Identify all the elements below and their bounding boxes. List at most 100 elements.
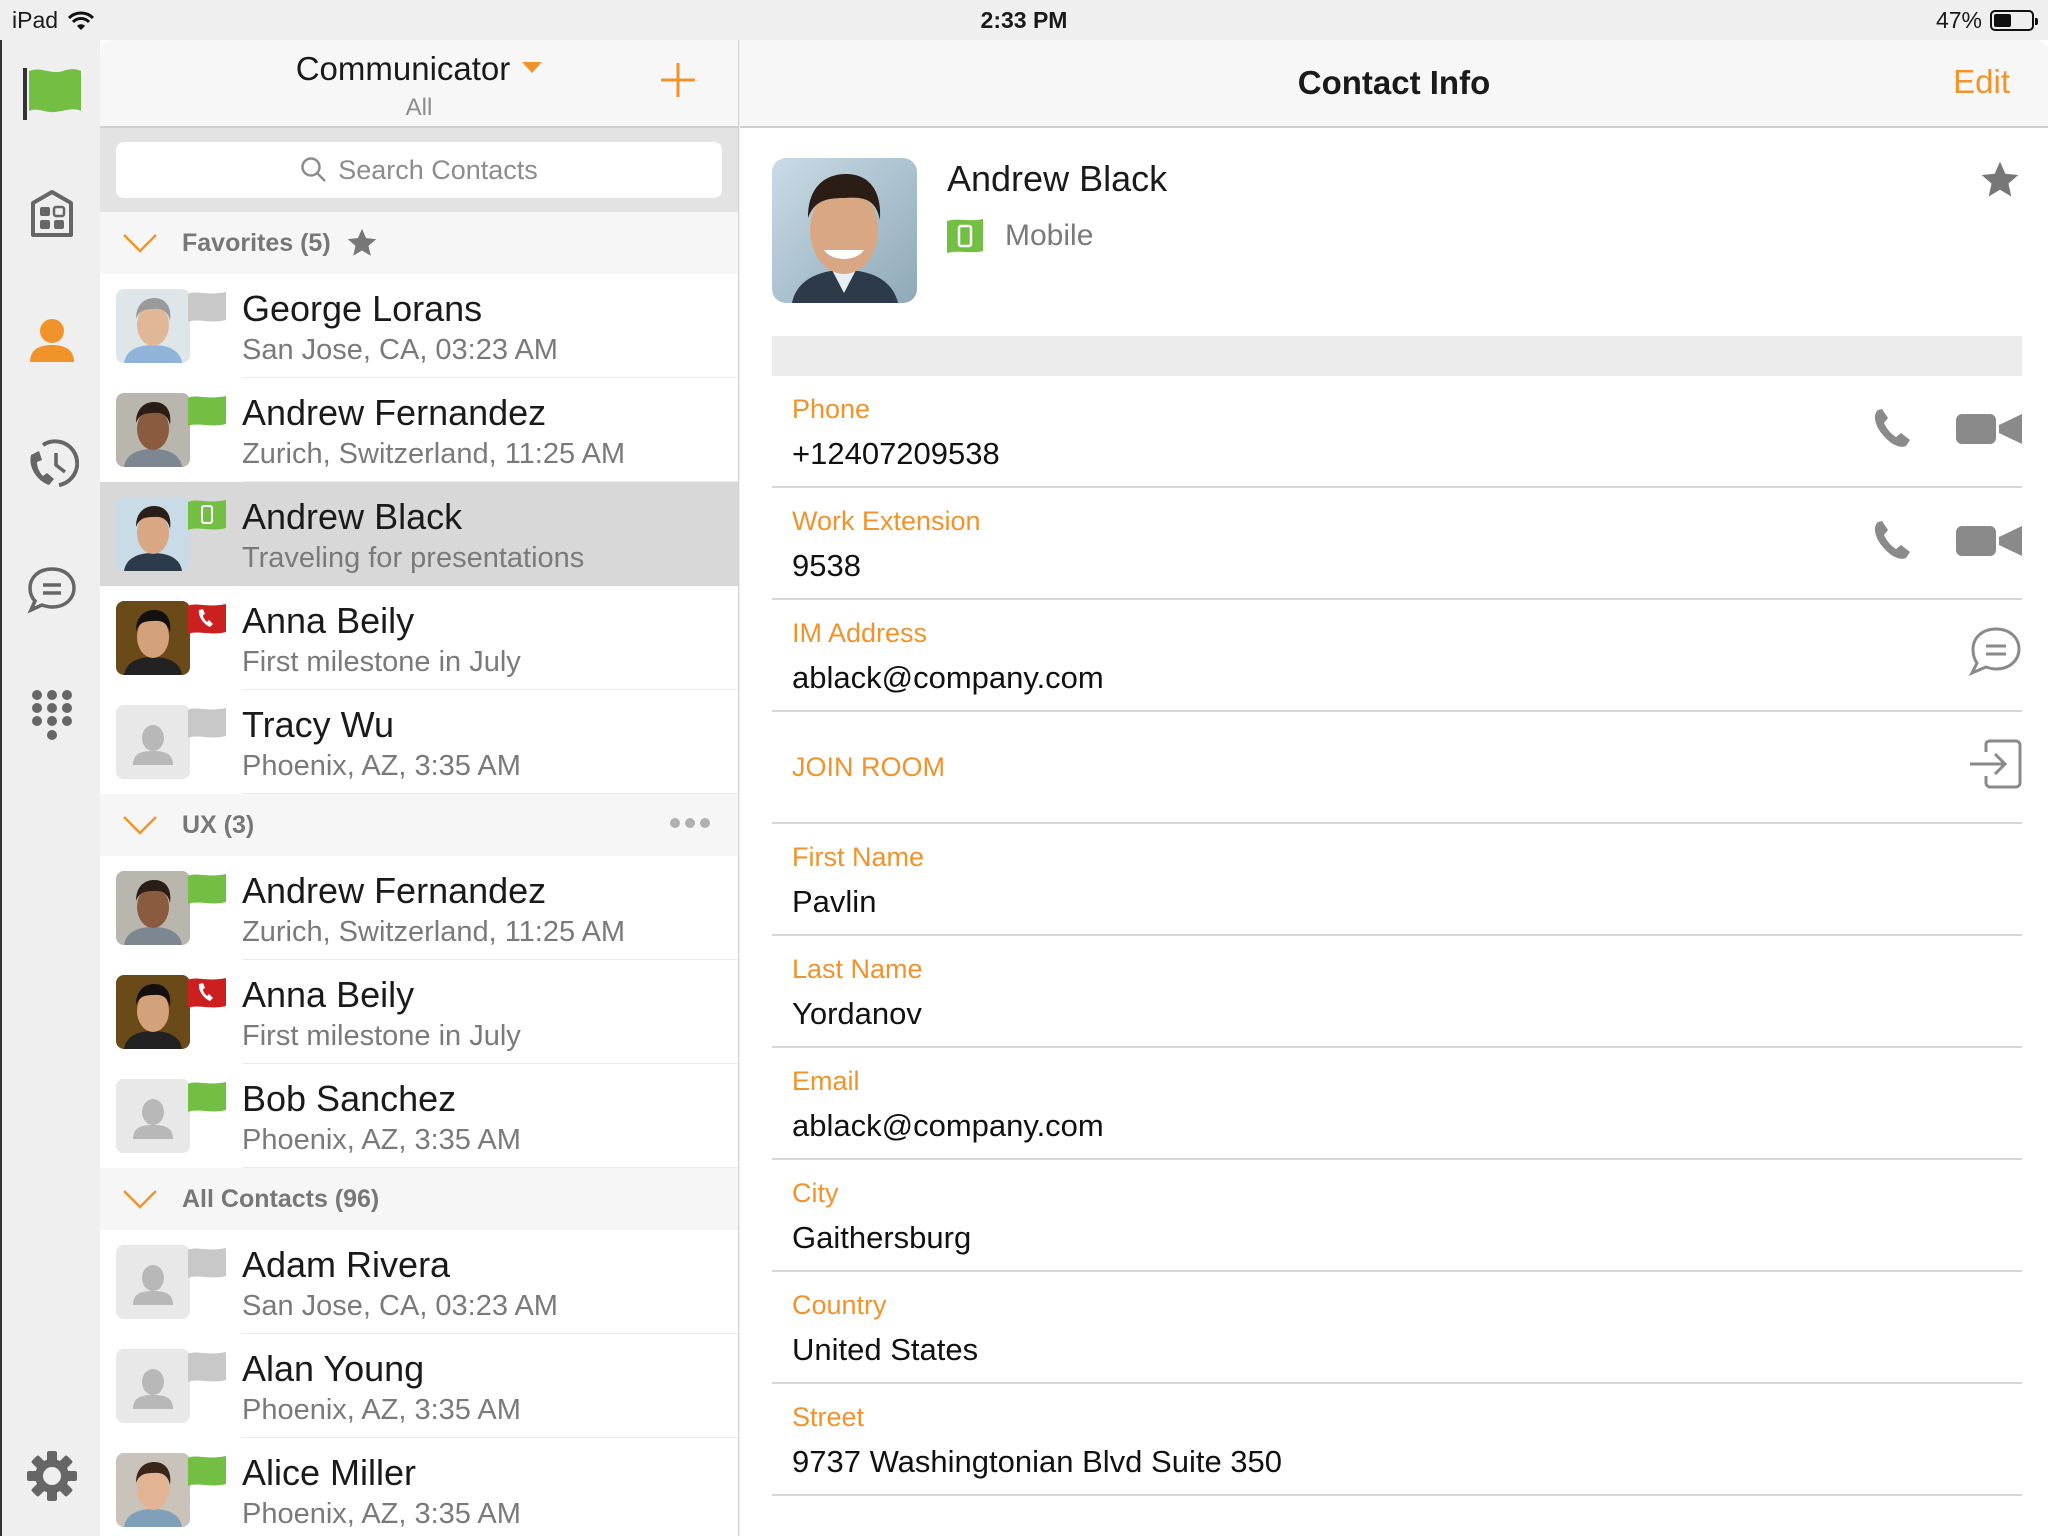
avatar-photo xyxy=(116,393,190,467)
field-value: 9538 xyxy=(792,548,861,583)
contact-row[interactable]: Anna Beily First milestone in July xyxy=(100,960,738,1064)
offline-flag-icon xyxy=(188,292,226,322)
phone-icon[interactable] xyxy=(1868,406,1914,452)
available-flag-icon xyxy=(188,874,226,904)
contact-field: Work Extension 9538 xyxy=(772,488,2022,600)
field-label: Last Name xyxy=(792,954,923,984)
contact-field: Email ablack@company.com xyxy=(772,1048,2022,1160)
detail-header: Contact Info Edit xyxy=(740,40,2048,128)
field-value: ablack@company.com xyxy=(792,1108,1104,1143)
contact-row[interactable]: George Lorans San Jose, CA, 03:23 AM xyxy=(100,274,738,378)
avatar xyxy=(116,1453,190,1527)
avatar-placeholder-icon xyxy=(116,1245,190,1319)
rail-settings[interactable] xyxy=(2,1436,102,1516)
contact-subtitle: Phoenix, AZ, 3:35 AM xyxy=(242,1124,521,1156)
edit-button[interactable]: Edit xyxy=(1953,63,2010,101)
battery-percent: 47% xyxy=(1935,7,1982,33)
contact-row[interactable]: Alice Miller Phoenix, AZ, 3:35 AM xyxy=(100,1438,738,1536)
avatar-photo xyxy=(116,289,190,363)
offline-flag-icon xyxy=(188,708,226,738)
presence-status: Mobile xyxy=(947,218,1093,254)
account-switcher[interactable]: Communicator xyxy=(100,50,738,88)
group-header[interactable]: All Contacts (96) xyxy=(100,1168,738,1230)
field-label: Country xyxy=(792,1290,887,1320)
rail-rooms[interactable] xyxy=(2,174,102,254)
group-header[interactable]: UX (3) xyxy=(100,794,738,856)
contact-field: Street 9737 Washingtonian Blvd Suite 350 xyxy=(772,1384,2022,1496)
group-header[interactable]: Favorites (5) xyxy=(100,212,738,274)
field-label: City xyxy=(792,1178,839,1208)
search-bar: Search Contacts xyxy=(100,128,738,212)
chevron-down-icon xyxy=(123,234,157,253)
avatar xyxy=(116,497,190,571)
contact-field: IM Address ablack@company.com xyxy=(772,600,2022,712)
phone-icon[interactable] xyxy=(1868,518,1914,564)
add-contact-button[interactable] xyxy=(658,60,698,100)
more-options-icon[interactable] xyxy=(670,818,710,828)
rail-recents[interactable] xyxy=(2,424,102,504)
search-input[interactable]: Search Contacts xyxy=(116,142,722,198)
contact-row[interactable]: Anna Beily First milestone in July xyxy=(100,586,738,690)
available-flag-icon xyxy=(188,1456,226,1486)
video-camera-icon[interactable] xyxy=(1956,523,2022,559)
rail-contacts[interactable] xyxy=(2,300,102,380)
search-icon xyxy=(301,157,327,182)
contact-list-pane: Communicator All Search Contacts Favorit… xyxy=(100,40,739,1536)
contact-row[interactable]: Adam Rivera San Jose, CA, 03:23 AM xyxy=(100,1230,738,1334)
contact-fields: Phone +12407209538 Work Extension 9538 IM Ad… xyxy=(772,376,2022,1496)
field-label: Work Extension xyxy=(792,506,981,536)
contact-name: George Lorans xyxy=(242,288,483,329)
contact-row[interactable]: Andrew Fernandez Zurich, Switzerland, 11:… xyxy=(100,378,738,482)
section-separator xyxy=(772,336,2022,376)
chevron-down-icon xyxy=(123,816,157,835)
contact-subtitle: First milestone in July xyxy=(242,646,521,678)
contact-photo xyxy=(772,158,917,303)
join-room-row[interactable]: JOIN ROOM xyxy=(772,712,2022,824)
battery-icon xyxy=(1990,10,2038,31)
field-actions xyxy=(1968,738,2022,790)
join-room-icon[interactable] xyxy=(1968,738,2022,790)
avatar xyxy=(116,705,190,779)
presence-button[interactable] xyxy=(2,54,102,134)
contact-field: Phone +12407209538 xyxy=(772,376,2022,488)
field-value: Yordanov xyxy=(792,996,922,1031)
contact-row[interactable]: Tracy Wu Phoenix, AZ, 3:35 AM xyxy=(100,690,738,794)
contact-name: Bob Sanchez xyxy=(242,1078,457,1119)
field-value: +12407209538 xyxy=(792,436,1000,471)
field-value: Gaithersburg xyxy=(792,1220,972,1255)
contact-row[interactable]: Andrew Fernandez Zurich, Switzerland, 11:… xyxy=(100,856,738,960)
avatar xyxy=(116,1245,190,1319)
contact-row[interactable]: Andrew Black Traveling for presentations xyxy=(100,482,738,586)
green-flag-icon xyxy=(23,68,81,120)
contact-row[interactable]: Bob Sanchez Phoenix, AZ, 3:35 AM xyxy=(100,1064,738,1168)
avatar xyxy=(116,871,190,945)
contact-subtitle: Zurich, Switzerland, 11:25 AM xyxy=(242,916,626,948)
favorite-star-icon[interactable] xyxy=(1978,158,2022,202)
call-history-icon xyxy=(30,439,79,487)
contact-subtitle: First milestone in July xyxy=(242,1020,521,1052)
gear-icon xyxy=(27,1451,77,1501)
contact-info-pane: Contact Info Edit Andrew Black Mobile Ph… xyxy=(740,40,2048,1536)
filter-subtitle: All xyxy=(405,94,433,121)
group-title: UX (3) xyxy=(182,810,255,839)
field-label: Email xyxy=(792,1066,860,1096)
contact-subtitle: San Jose, CA, 03:23 AM xyxy=(242,334,558,366)
avatar-placeholder-icon xyxy=(116,705,190,779)
field-value: United States xyxy=(792,1332,979,1367)
mobile-flag-icon xyxy=(188,500,226,530)
video-camera-icon[interactable] xyxy=(1956,411,2022,447)
dropdown-caret-icon xyxy=(522,62,543,73)
contact-row[interactable]: Alan Young Phoenix, AZ, 3:35 AM xyxy=(100,1334,738,1438)
clock: 2:33 PM xyxy=(980,7,1068,33)
chat-bubble-icon[interactable] xyxy=(1966,626,2022,678)
rail-chat[interactable] xyxy=(2,550,102,630)
field-label: Street xyxy=(792,1402,865,1432)
chat-bubble-icon xyxy=(27,567,76,614)
contact-field: Country United States xyxy=(772,1272,2022,1384)
contact-profile: Andrew Black Mobile xyxy=(740,128,2048,336)
avatar xyxy=(116,975,190,1049)
search-placeholder: Search Contacts xyxy=(338,154,538,185)
avatar-photo xyxy=(116,1453,190,1527)
group-title: All Contacts (96) xyxy=(182,1184,380,1213)
rail-dialpad[interactable] xyxy=(2,676,102,756)
